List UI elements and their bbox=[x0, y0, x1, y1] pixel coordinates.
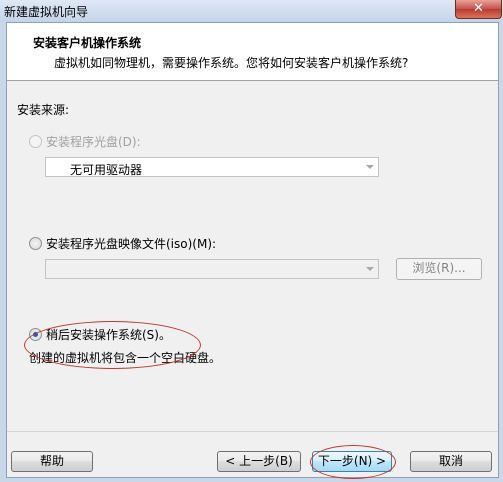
radio-row-iso: 安装程序光盘映像文件(iso)(M): bbox=[29, 235, 216, 252]
disc-drive-select-value: 无可用驱动器 bbox=[70, 163, 143, 177]
page-title: 安装客户机操作系统 bbox=[33, 36, 142, 50]
chevron-down-icon bbox=[366, 267, 374, 271]
wizard-window: 安装客户机操作系统 虚拟机如同物理机，需要操作系统。您将如何安装客户机操作系统?… bbox=[6, 22, 499, 479]
radio-iso[interactable] bbox=[29, 237, 42, 250]
radio-iso-label: 安装程序光盘映像文件(iso)(M): bbox=[46, 237, 217, 251]
cancel-button[interactable]: 取消 bbox=[410, 451, 492, 472]
footer-divider bbox=[7, 431, 498, 432]
radio-disc[interactable] bbox=[29, 135, 42, 148]
iso-path-select[interactable] bbox=[45, 259, 379, 279]
annotation-ellipse bbox=[24, 321, 201, 369]
back-button[interactable]: < 上一步(B) bbox=[217, 451, 301, 472]
disc-drive-select[interactable]: 无可用驱动器 bbox=[45, 157, 379, 177]
radio-row-disc: 安装程序光盘(D): bbox=[29, 133, 141, 150]
close-button[interactable]: ✕ bbox=[455, 0, 502, 19]
window-title: 新建虚拟机向导 bbox=[4, 5, 89, 19]
chevron-down-icon bbox=[366, 165, 374, 169]
wizard-header: 安装客户机操作系统 虚拟机如同物理机，需要操作系统。您将如何安装客户机操作系统? bbox=[7, 23, 498, 81]
annotation-ellipse-next bbox=[310, 445, 396, 479]
help-button[interactable]: 帮助 bbox=[11, 451, 93, 472]
titlebar: 新建虚拟机向导 ✕ bbox=[0, 0, 503, 22]
browse-button[interactable]: 浏览(R)... bbox=[396, 258, 482, 280]
install-source-label: 安装来源: bbox=[17, 103, 70, 117]
radio-disc-label: 安装程序光盘(D): bbox=[46, 135, 141, 149]
page-subtitle: 虚拟机如同物理机，需要操作系统。您将如何安装客户机操作系统? bbox=[54, 56, 409, 70]
